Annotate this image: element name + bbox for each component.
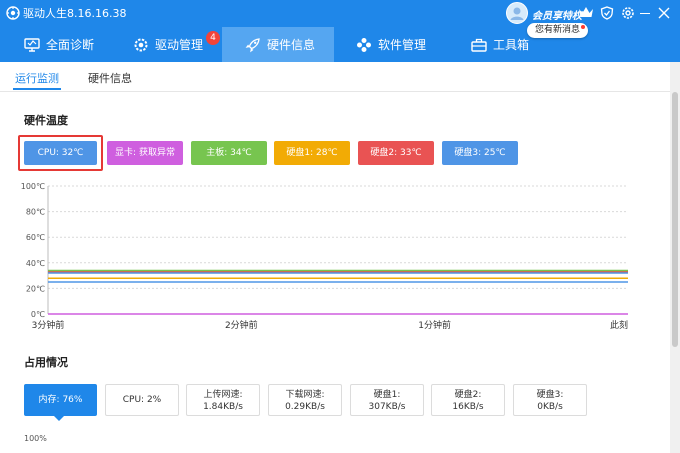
close-icon[interactable]: [658, 7, 670, 19]
temp-tag-gpu[interactable]: 显卡: 获取异常: [107, 141, 183, 165]
app-title: 驱动人生8.16.16.38: [23, 7, 127, 20]
usage-card-download[interactable]: 下载网速: 0.29KB/s: [268, 384, 342, 416]
app-logo-icon: [6, 6, 20, 20]
usage-card-upload[interactable]: 上传网速: 1.84KB/s: [186, 384, 260, 416]
y-tick-label: 20℃: [26, 284, 45, 293]
x-tick-label: 此刻: [610, 319, 628, 331]
usage-title: 占用情况: [24, 356, 68, 369]
nav-label-toolbox: 工具箱: [493, 38, 530, 52]
subtab-bar: 运行监测 硬件信息: [0, 62, 670, 92]
nav-item-hardware[interactable]: 硬件信息: [222, 27, 334, 62]
x-tick-label: 2分钟前: [225, 319, 258, 331]
cpu-highlight-box: [18, 135, 103, 171]
temp-tag-disk2[interactable]: 硬盘2: 33℃: [358, 141, 434, 165]
minimize-icon[interactable]: [640, 13, 650, 14]
rocket-icon: [245, 37, 260, 52]
temp-tag-disk1[interactable]: 硬盘1: 28℃: [274, 141, 350, 165]
driver-update-badge: 4: [206, 31, 220, 45]
nav-label-software: 软件管理: [378, 38, 427, 52]
nav-item-diagnosis[interactable]: 全面诊断: [24, 27, 114, 62]
unread-dot: [581, 25, 586, 29]
temp-tag-disk3[interactable]: 硬盘3: 25℃: [442, 141, 518, 165]
usage-card-disk1-value: 307KB/s: [368, 402, 406, 412]
usage-card-upload-value: 1.84KB/s: [203, 402, 243, 412]
active-card-pointer: [54, 416, 64, 421]
subtab-hardware-info[interactable]: 硬件信息: [88, 70, 132, 86]
active-tab-indicator: [13, 88, 61, 90]
nav-label-diagnosis: 全面诊断: [46, 38, 95, 52]
shield-icon[interactable]: [600, 6, 614, 20]
usage-card-disk2-value: 16KB/s: [452, 402, 484, 412]
apps-icon: [357, 37, 371, 52]
temperature-chart: 100℃ 80℃ 60℃ 40℃ 20℃ 0℃3分钟前 2分钟前 1分钟前 此刻: [21, 182, 628, 331]
new-message-bubble[interactable]: 您有新消息: [527, 23, 589, 38]
usage-card-download-label: 下载网速:: [285, 390, 325, 400]
usage-card-disk3-value: 0KB/s: [537, 402, 563, 412]
temperature-title: 硬件温度: [24, 114, 68, 127]
usage-card-cpu[interactable]: CPU: 2%: [105, 384, 179, 416]
user-avatar[interactable]: [506, 2, 528, 24]
monitor-icon: [24, 37, 40, 52]
member-privilege-link[interactable]: 会员享特权: [532, 7, 582, 22]
settings-gear-icon[interactable]: [620, 5, 636, 21]
gear-icon: [134, 38, 148, 51]
usage-axis-top-label: 100%: [24, 434, 47, 443]
usage-card-cpu-label: CPU: 2%: [122, 395, 162, 405]
crown-icon[interactable]: [578, 6, 594, 18]
usage-card-disk3-label: 硬盘3:: [536, 390, 564, 400]
toolbox-icon: [471, 38, 487, 52]
user-icon: [510, 7, 524, 20]
subtab-monitor[interactable]: 运行监测: [15, 70, 59, 86]
nav-label-hardware: 硬件信息: [267, 38, 316, 52]
scrollbar-thumb[interactable]: [672, 92, 678, 347]
usage-card-download-value: 0.29KB/s: [285, 402, 325, 412]
usage-card-disk3[interactable]: 硬盘3: 0KB/s: [513, 384, 587, 416]
x-tick-label: 3分钟前: [32, 319, 65, 331]
y-tick-label: 60℃: [26, 233, 45, 242]
y-tick-label: 100℃: [21, 182, 45, 191]
usage-card-upload-label: 上传网速:: [203, 390, 243, 400]
content-panel: 运行监测 硬件信息 硬件温度 CPU: 32℃ 显卡: 获取异常 主板: 34℃…: [0, 62, 670, 453]
usage-card-disk1[interactable]: 硬盘1: 307KB/s: [350, 384, 424, 416]
usage-card-memory[interactable]: 内存: 76%: [24, 384, 97, 416]
usage-card-disk2-label: 硬盘2:: [454, 390, 482, 400]
y-tick-label: 0℃: [31, 310, 45, 319]
x-tick-label: 1分钟前: [418, 319, 451, 331]
usage-card-memory-label: 内存: 76%: [38, 395, 83, 405]
temp-tag-motherboard[interactable]: 主板: 34℃: [191, 141, 267, 165]
y-tick-label: 80℃: [26, 208, 45, 217]
y-tick-label: 40℃: [26, 259, 45, 268]
usage-card-disk1-label: 硬盘1:: [373, 390, 401, 400]
nav-item-software[interactable]: 软件管理: [356, 27, 446, 62]
new-message-text: 您有新消息: [535, 25, 581, 35]
nav-label-driver: 驱动管理: [155, 38, 204, 52]
usage-card-disk2[interactable]: 硬盘2: 16KB/s: [431, 384, 505, 416]
